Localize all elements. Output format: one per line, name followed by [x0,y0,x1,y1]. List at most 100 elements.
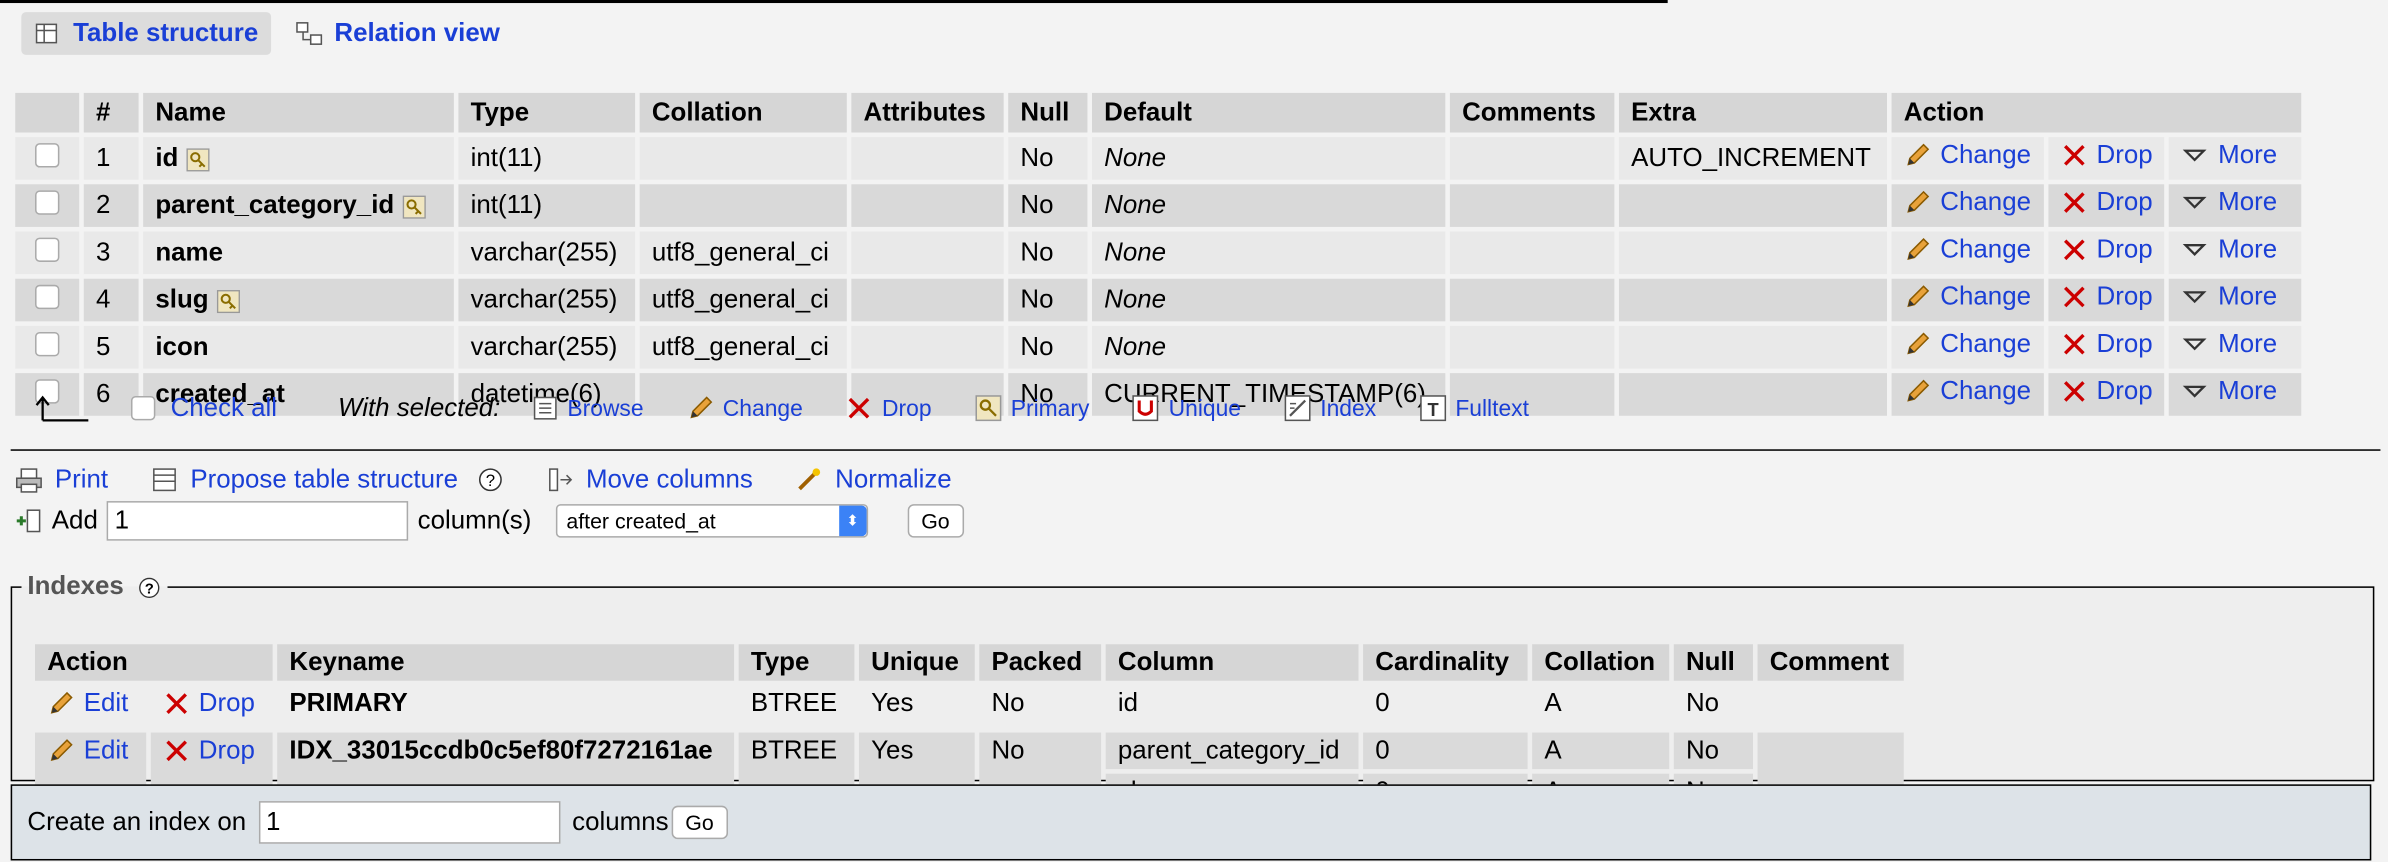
row-attributes [851,325,1004,369]
row-type: int(11) [458,184,636,227]
row-select-cell [15,184,80,227]
normalize-link[interactable]: Normalize [796,465,952,495]
drop-button[interactable]: Drop [2060,329,2153,359]
row-checkbox[interactable] [35,236,60,262]
with-selected-drop-button[interactable]: Drop [845,394,932,421]
more-button[interactable]: More [2182,329,2277,359]
row-attributes [851,231,1004,275]
index-edit-cell: Edit [35,685,146,728]
add-columns-go-button[interactable]: Go [907,504,964,538]
row-collation [639,184,847,227]
with-selected-change-button[interactable]: Change [686,394,803,421]
drop-label: Drop [2096,281,2153,311]
row-checkbox[interactable] [35,189,60,214]
table-tools: Print Propose table structure ? Move col… [15,465,952,495]
with-selected-unique-button[interactable]: Unique [1132,394,1242,422]
drop-label: Drop [2096,234,2153,264]
index-null: No [1673,732,1753,770]
pencil-icon [1907,285,1930,308]
idx-header-action: Action [35,644,273,681]
structure-table: # Name Type Collation Attributes Null De… [11,88,2306,420]
relation-view-icon [295,22,322,45]
tab-bar: Table structure Relation view [21,12,512,55]
col-header-extra: Extra [1618,92,1887,133]
row-checkbox[interactable] [35,284,60,309]
row-name[interactable]: name [155,238,223,267]
row-name-cell: id [143,137,454,180]
key-icon [216,289,240,313]
more-button[interactable]: More [2182,235,2277,265]
row-default: None [1091,137,1446,180]
row-checkbox[interactable] [35,142,60,167]
chevron-down-icon [2183,385,2208,398]
idx-header-comment: Comment [1757,644,1904,681]
help-icon[interactable]: ? [476,466,503,493]
row-attributes [851,278,1004,322]
row-extra [1618,325,1887,369]
with-selected-primary-button[interactable]: Primary [974,394,1089,422]
pencil-icon [50,739,73,762]
row-name[interactable]: icon [155,332,208,361]
tab-relation-view[interactable]: Relation view [283,12,512,55]
change-button[interactable]: Change [1904,235,2031,265]
drop-icon [2063,333,2084,355]
tab-table-structure[interactable]: Table structure [21,12,271,55]
check-all[interactable]: Check all [130,393,277,423]
check-all-checkbox[interactable] [130,395,156,421]
with-selected-index-button[interactable]: Index [1284,394,1376,422]
more-button[interactable]: More [2182,140,2277,170]
more-button[interactable]: More [2182,282,2277,312]
row-attributes [851,137,1004,180]
create-index-count-input[interactable]: 1 [258,801,560,844]
row-name[interactable]: slug [155,285,208,314]
propose-structure-link[interactable]: Propose table structure [151,465,458,495]
with-selected-fulltext-button[interactable]: T Fulltext [1419,394,1529,422]
help-icon[interactable]: ? [137,575,161,599]
row-name[interactable]: parent_category_id [155,190,394,219]
svg-text:?: ? [145,581,154,597]
magic-wand-icon [798,468,821,491]
change-button[interactable]: Change [1904,329,2031,359]
chevron-down-icon [2183,149,2208,162]
change-button[interactable]: Change [1904,282,2031,312]
change-button[interactable]: Change [1904,187,2031,217]
add-columns-count-input[interactable]: 1 [106,501,409,541]
row-name[interactable]: id [155,143,178,172]
idx-header-type: Type [738,644,855,681]
create-index-go-button[interactable]: Go [671,805,728,840]
index-drop-button[interactable]: Drop [162,688,255,718]
row-type: varchar(255) [458,231,636,275]
idx-header-unique: Unique [858,644,975,681]
print-link[interactable]: Print [15,465,108,495]
drop-button[interactable]: Drop [2060,235,2153,265]
with-selected-bar: Check all With selected: Browse Change Dro… [30,393,1529,423]
drop-button[interactable]: Drop [2060,376,2153,406]
move-columns-link[interactable]: Move columns [546,465,753,495]
add-columns-count-value: 1 [114,505,130,535]
table-row: 3 name varchar(255) utf8_general_ci No None Ch… [15,231,2302,275]
change-label: Change [1940,328,2032,358]
index-drop-button[interactable]: Drop [162,736,255,766]
row-checkbox[interactable] [35,331,60,356]
drop-icon [2063,286,2084,308]
with-selected-label-text: Unique [1168,395,1242,422]
create-index-suffix: columns [572,807,669,837]
fulltext-icon: T [1419,395,1446,422]
row-comments [1449,325,1615,369]
change-button[interactable]: Change [1904,376,2031,406]
more-button[interactable]: More [2182,376,2277,406]
drop-button[interactable]: Drop [2060,187,2153,217]
drop-button[interactable]: Drop [2060,282,2153,312]
with-selected-browse-button[interactable]: Browse [531,394,644,421]
row-null: No [1008,184,1088,227]
add-columns-position-select[interactable]: after created_at ⬍ [555,504,868,538]
index-type: BTREE [738,685,855,728]
more-button[interactable]: More [2182,187,2277,217]
index-edit-button[interactable]: Edit [47,736,128,766]
drop-button[interactable]: Drop [2060,140,2153,170]
index-row: Edit Drop PRIMARY BTREE Yes No id 0 A No [35,685,1904,728]
change-button[interactable]: Change [1904,140,2031,170]
create-index-count-value: 1 [266,807,281,837]
select-caret-icon: ⬍ [838,505,867,537]
index-edit-button[interactable]: Edit [47,688,128,718]
